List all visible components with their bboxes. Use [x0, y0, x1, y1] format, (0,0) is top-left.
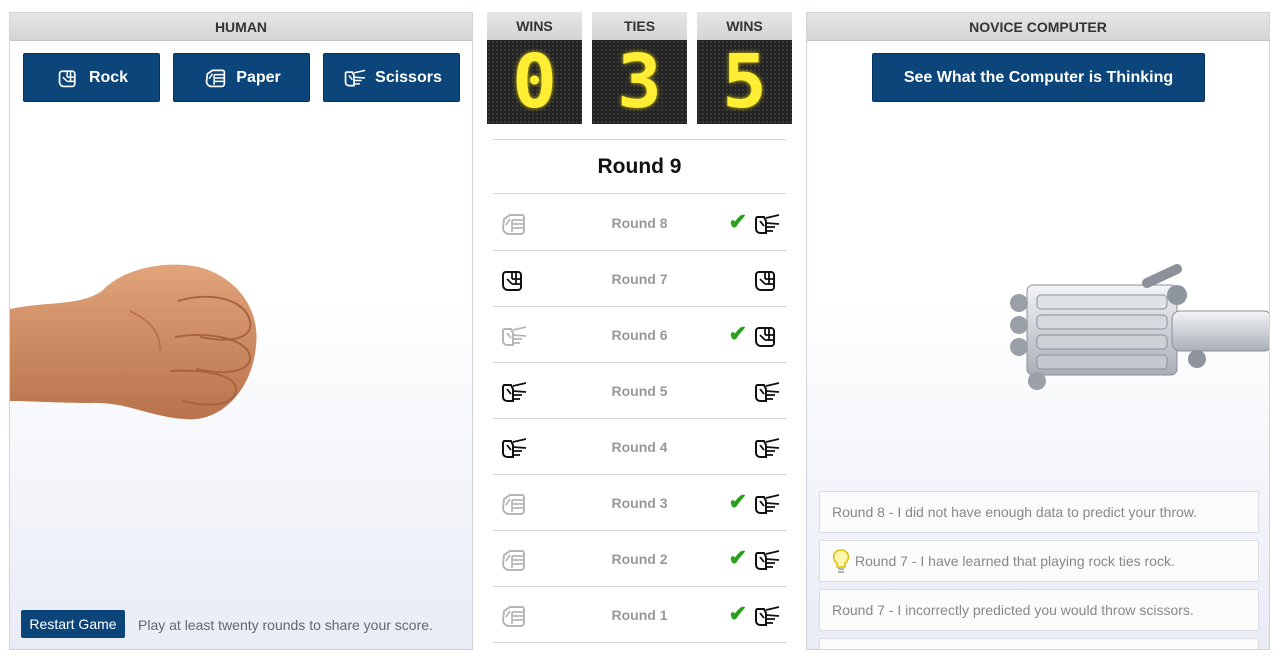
scissors-hand-icon — [751, 379, 781, 405]
rock-button-label: Rock — [88, 68, 129, 86]
restart-game-button[interactable]: Restart Game — [21, 610, 125, 638]
human-wins-label: WINS — [487, 12, 582, 40]
human-wins-score: WINS 0 — [487, 12, 582, 124]
computer-wins-score: WINS 5 — [697, 12, 792, 124]
win-check-icon: ✔ — [728, 545, 747, 570]
history-row: Round 6 ✔ — [493, 307, 786, 363]
human-wins-value: 0 — [512, 39, 557, 125]
paper-button-label: Paper — [236, 68, 281, 86]
computer-wins-label: WINS — [697, 12, 792, 40]
lightbulb-icon — [832, 549, 850, 573]
history-row: Round 8 ✔ — [493, 195, 786, 251]
rock-hand-icon — [751, 323, 781, 349]
scissors-hand-icon — [751, 211, 781, 237]
thought-bubble: Round 8 - I did not have enough data to … — [819, 491, 1259, 533]
scissors-hand-icon — [751, 435, 781, 461]
human-panel-title: HUMAN — [10, 13, 472, 41]
ties-display: 3 — [592, 40, 687, 124]
win-check-icon: ✔ — [728, 489, 747, 514]
history-row: Round 1 ✔ — [493, 587, 786, 643]
history-round-label: Round 7 — [611, 271, 668, 287]
thought-bubble: Round 7 - I incorrectly predicted you wo… — [819, 589, 1259, 631]
robot-hand-image — [1010, 264, 1269, 390]
current-round-title: Round 9 — [493, 139, 786, 194]
history-round-label: Round 4 — [611, 439, 668, 455]
win-check-icon: ✔ — [728, 601, 747, 626]
history-row: Round 2 ✔ — [493, 531, 786, 587]
scissors-button[interactable]: Scissors — [323, 53, 460, 102]
human-wins-display: 0 — [487, 40, 582, 124]
win-check-icon: ✔ — [728, 321, 747, 346]
round-history-list: Round 8 ✔ Round 7 Round 6 ✔ Round 5 Round 4 Rou… — [493, 195, 786, 643]
computer-wins-display: 5 — [697, 40, 792, 124]
human-panel: HUMAN Rock Paper Scissors Restart Game P… — [9, 12, 473, 650]
scissors-hand-icon — [751, 547, 781, 573]
scissors-hand-icon — [751, 491, 781, 517]
rock-hand-icon — [751, 267, 781, 293]
thought-text: Round 8 - I did not have enough data to … — [832, 504, 1198, 520]
paper-hand-icon — [202, 67, 228, 89]
scissors-hand-icon — [341, 67, 367, 89]
history-row: Round 7 — [493, 251, 786, 307]
history-row: Round 4 — [493, 419, 786, 475]
scissors-button-label: Scissors — [375, 68, 442, 86]
thought-bubble-partial — [819, 638, 1259, 649]
history-row: Round 3 ✔ — [493, 475, 786, 531]
computer-panel: NOVICE COMPUTER See What the Computer is… — [806, 12, 1270, 650]
win-check-icon: ✔ — [728, 209, 747, 234]
human-fist-image — [10, 264, 257, 420]
rock-hand-icon — [55, 67, 81, 89]
thought-text: Round 7 - I incorrectly predicted you wo… — [832, 602, 1194, 618]
share-score-hint: Play at least twenty rounds to share you… — [138, 617, 433, 633]
thought-bubble: Round 7 - I have learned that playing ro… — [819, 540, 1259, 582]
computer-thoughts-list: Round 8 - I did not have enough data to … — [819, 491, 1259, 649]
paper-button[interactable]: Paper — [173, 53, 310, 102]
computer-wins-value: 5 — [722, 39, 767, 125]
thought-text: Round 7 - I have learned that playing ro… — [855, 553, 1175, 569]
computer-panel-title: NOVICE COMPUTER — [807, 13, 1269, 41]
scissors-hand-icon — [751, 603, 781, 629]
history-row: Round 5 — [493, 363, 786, 419]
ties-value: 3 — [617, 39, 662, 125]
history-round-label: Round 5 — [611, 383, 668, 399]
see-computer-thinking-button[interactable]: See What the Computer is Thinking — [872, 53, 1205, 102]
ties-label: TIES — [592, 12, 687, 40]
rock-button[interactable]: Rock — [23, 53, 160, 102]
ties-score: TIES 3 — [592, 12, 687, 124]
